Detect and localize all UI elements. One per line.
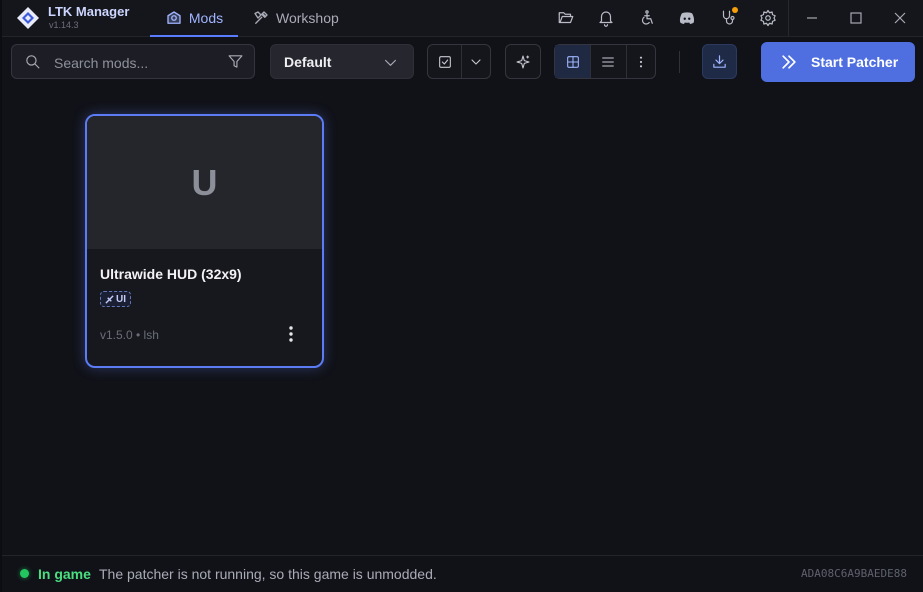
stethoscope-icon[interactable] xyxy=(718,7,738,28)
filter-icon[interactable] xyxy=(227,53,244,75)
titlebar-separator xyxy=(788,0,789,36)
mod-tag-label: UI xyxy=(116,293,126,305)
status-message: The patcher is not running, so this game… xyxy=(99,566,437,582)
title-bar: LTK Manager v1.14.3 Mods Workshop xyxy=(2,0,923,37)
view-mode-group xyxy=(554,44,656,79)
search-input[interactable] xyxy=(52,52,216,74)
checkbox-icon xyxy=(438,55,451,68)
status-bar: In game The patcher is not running, so t… xyxy=(2,555,923,592)
app-name: LTK Manager xyxy=(48,4,130,19)
accessibility-icon[interactable] xyxy=(637,8,657,28)
mod-thumbnail: U xyxy=(87,116,322,249)
grid-icon xyxy=(566,55,579,68)
view-options-button[interactable] xyxy=(625,45,655,78)
search-icon xyxy=(24,53,41,75)
select-all-button[interactable] xyxy=(428,45,461,78)
tag-icon xyxy=(105,294,114,304)
mod-initial: U xyxy=(191,161,218,203)
start-patcher-button[interactable]: Start Patcher xyxy=(761,42,915,82)
app-window: LTK Manager v1.14.3 Mods Workshop Search… xyxy=(2,0,923,592)
build-hash: ADA08C6A9BAEDE88 xyxy=(801,567,907,580)
close-icon[interactable] xyxy=(890,8,910,28)
list-icon xyxy=(602,56,615,67)
chevron-down-icon xyxy=(471,58,481,65)
chevrons-right-icon xyxy=(782,55,796,69)
app-logo-icon xyxy=(17,7,39,29)
install-button[interactable] xyxy=(702,44,737,79)
magic-button[interactable] xyxy=(506,45,540,78)
status-label: In game xyxy=(38,566,91,582)
maximize-icon[interactable] xyxy=(846,8,866,28)
tab-mods[interactable]: Mods xyxy=(150,0,238,37)
more-vertical-icon xyxy=(289,326,293,342)
bell-icon[interactable] xyxy=(596,8,616,28)
tab-workshop-label: Workshop xyxy=(276,10,339,26)
search-box xyxy=(11,44,255,79)
download-icon xyxy=(713,55,726,68)
mods-icon xyxy=(167,11,181,24)
notification-dot xyxy=(732,7,738,13)
discord-icon[interactable] xyxy=(677,8,697,28)
more-vertical-icon xyxy=(639,56,642,67)
grid-view-button[interactable] xyxy=(555,45,591,78)
start-patcher-label: Start Patcher xyxy=(811,54,899,70)
mod-title: Ultrawide HUD (32x9) xyxy=(100,266,242,282)
select-all-group xyxy=(427,44,491,79)
list-view-button[interactable] xyxy=(590,45,625,78)
mod-meta: v1.5.0 • lsh xyxy=(100,328,159,342)
workshop-icon xyxy=(254,11,268,24)
select-menu-button[interactable] xyxy=(461,45,490,78)
profile-select-value: Default xyxy=(284,54,332,70)
mod-tag: UI xyxy=(100,291,131,307)
app-version: v1.14.3 xyxy=(49,20,79,30)
toolbar-divider xyxy=(679,51,680,73)
mod-menu-button[interactable] xyxy=(281,323,301,345)
mod-card[interactable]: U Ultrawide HUD (32x9) UI v1.5.0 • lsh xyxy=(85,114,324,368)
profile-select[interactable]: Default xyxy=(270,44,414,79)
gear-icon[interactable] xyxy=(758,8,778,28)
chevron-down-icon xyxy=(382,54,399,76)
sparkle-icon xyxy=(516,54,530,69)
tab-workshop[interactable]: Workshop xyxy=(252,0,339,36)
tab-mods-label: Mods xyxy=(188,10,224,26)
folder-open-icon[interactable] xyxy=(556,8,576,28)
minimize-icon[interactable] xyxy=(802,8,822,28)
status-indicator xyxy=(20,569,29,578)
magic-button-group xyxy=(505,44,541,79)
